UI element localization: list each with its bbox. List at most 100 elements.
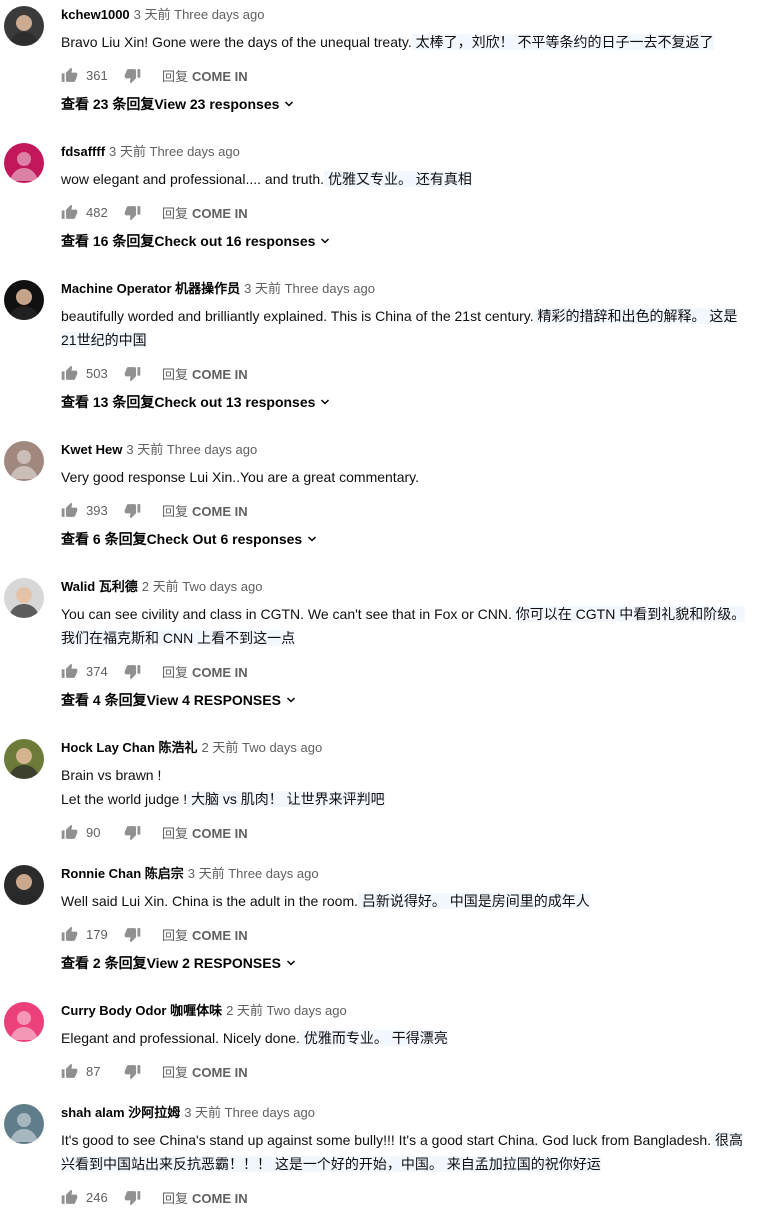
avatar[interactable]	[4, 1002, 44, 1042]
comment-actions: 374 回复 COME IN	[61, 660, 751, 682]
chevron-down-icon	[319, 235, 331, 247]
comment-actions: 87 回复 COME IN	[61, 1060, 751, 1082]
thumbs-down-icon[interactable]	[124, 1063, 141, 1080]
comment-body: Brain vs brawn ! Let the world judge ! 大脑…	[61, 763, 751, 811]
author-name[interactable]: Ronnie Chan 陈启宗	[61, 866, 184, 881]
comment-body: Bravo Liu Xin! Gone were the days of the…	[61, 30, 751, 54]
avatar[interactable]	[4, 143, 44, 183]
view-replies-button[interactable]: 查看 2 条回复View 2 RESPONSES	[61, 952, 751, 974]
author-name[interactable]: kchew1000	[61, 7, 130, 22]
thumbs-down-icon[interactable]	[124, 204, 141, 221]
comment-body: You can see civility and class in CGTN. …	[61, 602, 751, 650]
thumbs-down-icon[interactable]	[124, 502, 141, 519]
reply-button[interactable]: 回复 COME IN	[162, 925, 248, 944]
reply-button[interactable]: 回复 COME IN	[162, 203, 248, 222]
like-count: 90	[86, 824, 101, 840]
chevron-down-icon	[283, 98, 295, 110]
comment-text-line: Bravo Liu Xin! Gone were the days of the…	[61, 34, 714, 50]
avatar[interactable]	[4, 739, 44, 779]
comment-header: Curry Body Odor 咖喱体味 2 天前 Two days ago	[61, 1002, 751, 1020]
view-replies-button[interactable]: 查看 6 条回复Check Out 6 responses	[61, 528, 751, 550]
author-name[interactable]: Machine Operator 机器操作员	[61, 281, 240, 296]
thumbs-up-icon[interactable]	[61, 663, 78, 680]
comment-header: Kwet Hew 3 天前 Three days ago	[61, 441, 751, 459]
view-replies-button[interactable]: 查看 4 条回复View 4 RESPONSES	[61, 689, 751, 711]
thumbs-up-icon[interactable]	[61, 204, 78, 221]
thumbs-up-icon[interactable]	[61, 365, 78, 382]
like-count: 361	[86, 67, 108, 83]
author-name[interactable]: Kwet Hew	[61, 442, 122, 457]
comment-time[interactable]: 3 天前 Three days ago	[126, 442, 257, 457]
avatar[interactable]	[4, 865, 44, 905]
comment-time[interactable]: 2 天前 Two days ago	[142, 579, 263, 594]
thumbs-down-icon[interactable]	[124, 1189, 141, 1206]
comment-text-line: Well said Lui Xin. China is the adult in…	[61, 893, 590, 909]
avatar[interactable]	[4, 441, 44, 481]
comment-time[interactable]: 3 天前 Three days ago	[184, 1105, 315, 1120]
view-replies-button[interactable]: 查看 16 条回复Check out 16 responses	[61, 230, 751, 252]
comment-header: kchew1000 3 天前 Three days ago	[61, 6, 751, 24]
author-name[interactable]: Walid 瓦利德	[61, 579, 138, 594]
comment-text-line: It's good to see China's stand up agains…	[61, 1132, 743, 1148]
thumbs-down-icon[interactable]	[124, 67, 141, 84]
comment-header: Machine Operator 机器操作员 3 天前 Three days ag…	[61, 280, 751, 298]
comment-time[interactable]: 3 天前 Three days ago	[244, 281, 375, 296]
comment-text-line: 兴看到中国站出来反抗恶霸！！！ 这是一个好的开始，中国。 来自孟加拉国的祝你好运	[61, 1156, 601, 1172]
comment-time[interactable]: 3 天前 Three days ago	[134, 7, 265, 22]
avatar[interactable]	[4, 280, 44, 320]
thumbs-down-icon[interactable]	[124, 824, 141, 841]
comment-time[interactable]: 3 天前 Three days ago	[109, 144, 240, 159]
view-replies-button[interactable]: 查看 23 条回复View 23 responses	[61, 93, 751, 115]
chevron-down-icon	[306, 533, 318, 545]
thumbs-up-icon[interactable]	[61, 824, 78, 841]
comment-actions: 90 回复 COME IN	[61, 821, 751, 843]
thumbs-up-icon[interactable]	[61, 926, 78, 943]
comment-text-line: Very good response Lui Xin..You are a gr…	[61, 469, 419, 485]
comment-body: beautifully worded and brilliantly expla…	[61, 304, 751, 352]
avatar[interactable]	[4, 1104, 44, 1144]
comment-text-line: Elegant and professional. Nicely done. 优…	[61, 1030, 448, 1046]
comment-time[interactable]: 2 天前 Two days ago	[202, 740, 323, 755]
comment-actions: 482 回复 COME IN	[61, 201, 751, 223]
avatar[interactable]	[4, 578, 44, 618]
comment-actions: 246 回复 COME IN	[61, 1186, 751, 1208]
like-count: 393	[86, 502, 108, 518]
reply-button[interactable]: 回复 COME IN	[162, 1062, 248, 1081]
comment-time[interactable]: 3 天前 Three days ago	[188, 866, 319, 881]
reply-button[interactable]: 回复 COME IN	[162, 823, 248, 842]
reply-button[interactable]: 回复 COME IN	[162, 1188, 248, 1207]
thumbs-down-icon[interactable]	[124, 926, 141, 943]
comment-header: Ronnie Chan 陈启宗 3 天前 Three days ago	[61, 865, 751, 883]
author-name[interactable]: fdsaffff	[61, 144, 105, 159]
comment-actions: 503 回复 COME IN	[61, 362, 751, 384]
author-name[interactable]: Curry Body Odor 咖喱体味	[61, 1003, 222, 1018]
comment-header: Walid 瓦利德 2 天前 Two days ago	[61, 578, 751, 596]
comment-time[interactable]: 2 天前 Two days ago	[226, 1003, 347, 1018]
comment-actions: 361 回复 COME IN	[61, 64, 751, 86]
thumbs-up-icon[interactable]	[61, 1189, 78, 1206]
comment-text-line: 21世纪的中国	[61, 332, 147, 348]
author-name[interactable]: Hock Lay Chan 陈浩礼	[61, 740, 198, 755]
thumbs-down-icon[interactable]	[124, 365, 141, 382]
comment-text-line: 我们在福克斯和 CNN 上看不到这一点	[61, 630, 296, 646]
reply-button[interactable]: 回复 COME IN	[162, 66, 248, 85]
thumbs-up-icon[interactable]	[61, 1063, 78, 1080]
thumbs-up-icon[interactable]	[61, 67, 78, 84]
comment-actions: 393 回复 COME IN	[61, 499, 751, 521]
comment-text-line: wow elegant and professional.... and tru…	[61, 171, 472, 187]
avatar[interactable]	[4, 6, 44, 46]
like-count: 87	[86, 1063, 101, 1079]
comment-body: Very good response Lui Xin..You are a gr…	[61, 465, 751, 489]
view-replies-button[interactable]: 查看 13 条回复Check out 13 responses	[61, 391, 751, 413]
chevron-down-icon	[319, 396, 331, 408]
chevron-down-icon	[285, 957, 297, 969]
reply-button[interactable]: 回复 COME IN	[162, 501, 248, 520]
like-count: 374	[86, 663, 108, 679]
comment-body: Well said Lui Xin. China is the adult in…	[61, 889, 751, 913]
author-name[interactable]: shah alam 沙阿拉姆	[61, 1105, 180, 1120]
thumbs-down-icon[interactable]	[124, 663, 141, 680]
thumbs-up-icon[interactable]	[61, 502, 78, 519]
reply-button[interactable]: 回复 COME IN	[162, 662, 248, 681]
like-count: 503	[86, 365, 108, 381]
reply-button[interactable]: 回复 COME IN	[162, 364, 248, 383]
